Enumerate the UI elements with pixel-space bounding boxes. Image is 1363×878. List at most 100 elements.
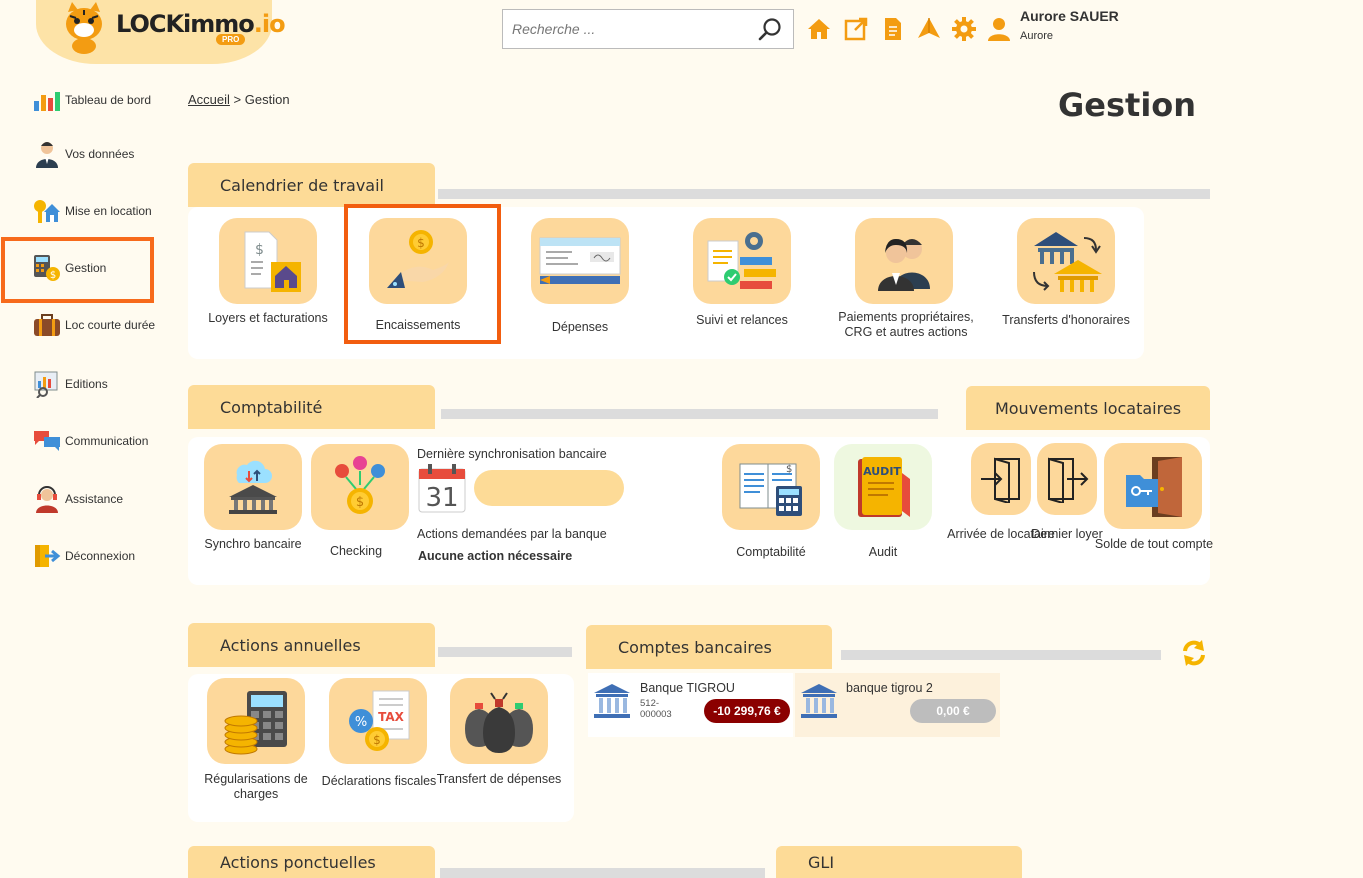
breadcrumb-current: Gestion [244, 92, 290, 107]
search-input[interactable] [503, 10, 743, 48]
bank-account-number: 512-000003 [640, 698, 672, 720]
sidebar-item-label: Loc courte durée [65, 318, 156, 332]
sidebar-item-gestion[interactable]: $ Gestion [33, 251, 106, 285]
money-bags-icon [465, 692, 533, 753]
calculator-coins-icon [224, 691, 287, 755]
sidebar-item-tableau-de-bord[interactable]: Tableau de bord [33, 83, 151, 117]
bank-balance-badge: 0,00 € [910, 699, 996, 723]
tile-comptabilite[interactable]: $ [722, 444, 820, 530]
tile-label: Paiements propriétaires, CRG et autres a… [838, 310, 974, 339]
tile-synchro-bancaire[interactable] [204, 444, 302, 530]
sidebar-item-communication[interactable]: Communication [33, 424, 148, 458]
tile-dernier-loyer[interactable] [1037, 443, 1097, 515]
svg-text:$: $ [50, 270, 56, 281]
sidebar-item-label: Mise en location [65, 204, 152, 218]
user-subtitle: Aurore [1020, 30, 1054, 42]
section-divider [440, 868, 765, 878]
coins-network-icon: $ [335, 456, 385, 514]
gear-icon[interactable] [951, 16, 977, 42]
headset-icon [33, 485, 61, 513]
bank-name: Banque TIGROU [640, 681, 735, 695]
tile-transfert-depenses[interactable] [450, 678, 548, 764]
document-icon[interactable] [880, 16, 906, 42]
section-tab-gli: GLI [776, 846, 1022, 878]
section-divider [438, 189, 1210, 199]
sidebar-item-label: Communication [65, 434, 149, 448]
door-enter-icon [981, 457, 1020, 503]
tile-label: Transfert de dépenses [436, 772, 562, 786]
calendrier-panel [188, 207, 1144, 359]
audit-folder-icon: AUDIT [858, 457, 910, 517]
sidebar-item-mise-en-location[interactable]: Mise en location [33, 194, 152, 228]
tile-loyers-facturations[interactable]: $ [219, 218, 317, 304]
tile-label: Transferts d'honoraires [1002, 313, 1130, 327]
sidebar-item-deconnexion[interactable]: Déconnexion [33, 539, 135, 573]
user-name[interactable]: Aurore SAUER [1020, 8, 1119, 24]
tile-label: Déclarations fiscales [321, 774, 437, 788]
bank-actions-label: Actions demandées par la banque [417, 527, 607, 541]
svg-text:$: $ [356, 495, 364, 510]
breadcrumb-home-link[interactable]: Accueil [188, 92, 230, 107]
tile-solde-tout-compte[interactable] [1104, 443, 1202, 529]
section-tab-ponctuelles: Actions ponctuelles [188, 846, 435, 878]
tile-audit[interactable]: AUDIT [834, 444, 932, 530]
navigation-arrow-icon[interactable] [916, 16, 942, 42]
sidebar-item-editions[interactable]: Editions [33, 367, 108, 401]
sidebar-item-vos-donnees[interactable]: Vos données [33, 137, 134, 171]
tax-text: TAX [378, 710, 405, 724]
sync-label: Dernière synchronisation bancaire [417, 447, 607, 461]
section-tab-calendrier: Calendrier de travail [188, 163, 435, 207]
tile-declarations-fiscales[interactable]: TAX% $ [329, 678, 427, 764]
user-avatar-icon[interactable] [986, 16, 1012, 42]
sidebar-item-label: Vos données [65, 147, 135, 161]
door-exit-icon [1048, 457, 1089, 503]
user-icon [33, 140, 61, 168]
pro-badge: PRO [216, 34, 246, 45]
folder-key-door-icon [1126, 457, 1182, 517]
tile-label: Dépenses [551, 320, 609, 334]
tile-regularisations[interactable] [207, 678, 305, 764]
bank-balance-badge: -10 299,76 € [704, 699, 790, 723]
calendar-icon: 31 [418, 464, 466, 513]
sidebar-item-label: Déconnexion [65, 549, 136, 563]
tile-paiements-proprietaires[interactable] [855, 218, 953, 304]
section-tab-annuelles: Actions annuelles [188, 623, 435, 667]
tile-transferts-honoraires[interactable] [1017, 218, 1115, 304]
bank-account-card[interactable]: Banque TIGROU 512-000003 -10 299,76 € [588, 673, 793, 737]
bank-name: banque tigrou 2 [846, 681, 933, 695]
logout-icon [33, 542, 61, 570]
tax-document-icon: TAX% $ [349, 690, 410, 751]
calendar-day: 31 [425, 483, 458, 513]
sidebar-item-assistance[interactable]: Assistance [33, 482, 123, 516]
calculator-icon: $ [33, 254, 61, 282]
tile-depenses[interactable] [531, 218, 629, 304]
bank-icon [594, 684, 630, 718]
sidebar-item-label: Gestion [65, 261, 107, 275]
suitcase-icon [33, 311, 61, 339]
cheque-pen-icon [539, 237, 621, 284]
bank-actions-value: Aucune action nécessaire [418, 549, 573, 563]
tile-label: Suivi et relances [696, 313, 788, 327]
bank-sync-icon [229, 460, 277, 514]
tile-arrivee-locataire[interactable] [971, 443, 1031, 515]
section-divider [438, 647, 572, 657]
external-link-icon[interactable] [843, 16, 869, 42]
sync-date-pill [474, 470, 624, 506]
selected-tile-highlight [344, 204, 501, 344]
sidebar-item-label: Assistance [65, 492, 124, 506]
section-tab-mouvements: Mouvements locataires [966, 386, 1210, 430]
svg-text:$: $ [786, 464, 792, 475]
gear-documents-icon [707, 232, 776, 289]
tile-suivi-relances[interactable] [693, 218, 791, 304]
bank-icon [801, 684, 837, 718]
search-icon[interactable] [757, 17, 783, 43]
refresh-icon[interactable] [1180, 639, 1208, 667]
brand-name[interactable]: LOCKimmo.io [116, 10, 286, 38]
sidebar-item-loc-courte-duree[interactable]: Loc courte durée [33, 308, 155, 342]
home-icon[interactable] [806, 16, 832, 42]
invoice-house-icon: $ [244, 231, 301, 292]
bank-account-card[interactable]: banque tigrou 2 0,00 € [795, 673, 1000, 737]
section-tab-comptes: Comptes bancaires [586, 625, 832, 669]
tile-label: Solde de tout compte [1094, 537, 1214, 551]
tile-checking[interactable]: $ [311, 444, 409, 530]
